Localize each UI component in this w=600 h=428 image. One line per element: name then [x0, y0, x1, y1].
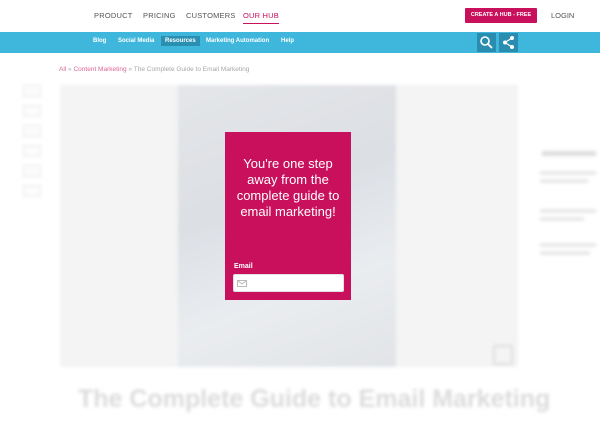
- popup-heading: You're one step away from the complete g…: [236, 156, 340, 219]
- subnav-blog[interactable]: Blog: [93, 38, 106, 44]
- search-button[interactable]: [477, 33, 496, 52]
- top-navigation: PRODUCT PRICING CUSTOMERS OUR HUB CREATE…: [0, 0, 600, 32]
- nav-product[interactable]: PRODUCT: [94, 11, 132, 20]
- envelope-icon: [237, 280, 247, 287]
- email-label: Email: [234, 263, 253, 270]
- nav-pricing[interactable]: PRICING: [143, 11, 176, 20]
- share-icon: [503, 36, 514, 49]
- subnav-help[interactable]: Help: [281, 38, 294, 44]
- sub-navigation: Blog Social Media Resources Marketing Au…: [0, 32, 600, 53]
- subnav-social-media[interactable]: Social Media: [118, 38, 154, 44]
- subnav-resources[interactable]: Resources: [161, 36, 200, 46]
- create-hub-button[interactable]: CREATE A HUB - FREE: [465, 8, 537, 23]
- login-link[interactable]: LOGIN: [551, 11, 574, 20]
- subnav-marketing-automation[interactable]: Marketing Automation: [206, 38, 269, 44]
- share-button[interactable]: [499, 33, 518, 52]
- nav-customers[interactable]: CUSTOMERS: [186, 11, 236, 20]
- search-icon: [480, 36, 493, 49]
- email-signup-popup: You're one step away from the complete g…: [225, 132, 351, 300]
- email-field[interactable]: [233, 274, 344, 292]
- nav-our-hub[interactable]: OUR HUB: [243, 11, 279, 24]
